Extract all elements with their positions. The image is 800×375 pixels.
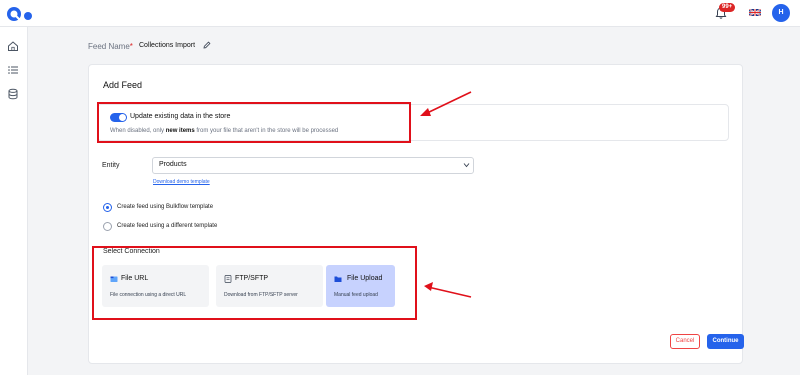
cancel-button[interactable]: Cancel — [670, 334, 700, 349]
feed-name-label-text: Feed Name — [88, 42, 130, 51]
sidebar — [0, 27, 28, 375]
entity-label: Entity — [102, 162, 120, 169]
home-icon[interactable] — [7, 40, 19, 52]
card-title: Add Feed — [103, 80, 143, 90]
radio-bulkflow-template-label[interactable]: Create feed using Bulkflow template — [117, 204, 213, 210]
download-template-link[interactable]: Download demo template — [153, 179, 210, 185]
list-icon[interactable] — [7, 64, 19, 76]
entity-select[interactable] — [152, 157, 474, 174]
user-avatar[interactable]: H — [772, 4, 790, 22]
edit-pencil-icon[interactable] — [203, 41, 211, 49]
annotation-box-update — [97, 102, 411, 143]
radio-different-template[interactable] — [103, 222, 112, 231]
app-logo-icon[interactable] — [6, 6, 22, 22]
feed-name-label: Feed Name* — [88, 42, 133, 51]
notification-badge: 99+ — [719, 3, 736, 12]
database-icon[interactable] — [7, 88, 19, 100]
radio-different-template-label[interactable]: Create feed using a different template — [117, 223, 217, 229]
uk-flag-icon[interactable] — [749, 9, 761, 16]
sidebar-expand-dot[interactable] — [24, 12, 32, 20]
entity-select-value: Products — [159, 161, 187, 168]
chevron-down-icon[interactable] — [463, 162, 470, 168]
top-bar: 99+ H — [0, 0, 800, 27]
feed-name-value: Collections Import — [139, 42, 196, 49]
continue-button[interactable]: Continue — [707, 334, 744, 349]
radio-bulkflow-template[interactable] — [103, 203, 112, 212]
required-mark: * — [129, 42, 133, 51]
annotation-box-connection — [92, 246, 417, 320]
